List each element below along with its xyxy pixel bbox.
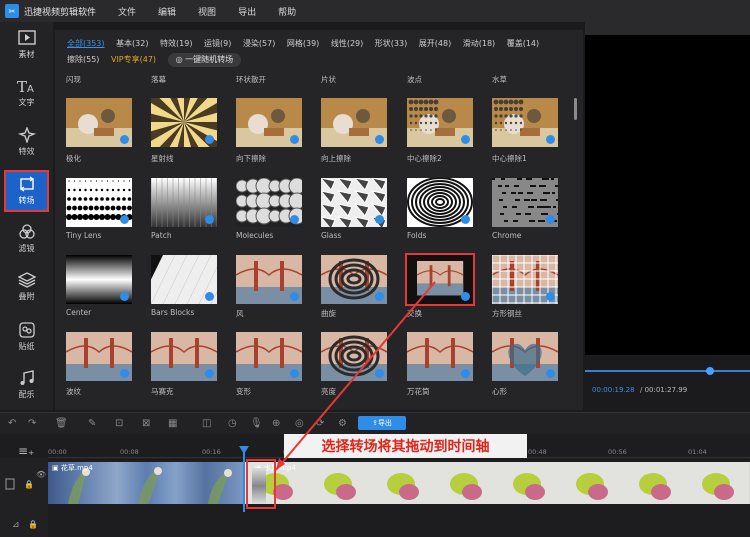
annotation-arrow: [275, 281, 436, 471]
